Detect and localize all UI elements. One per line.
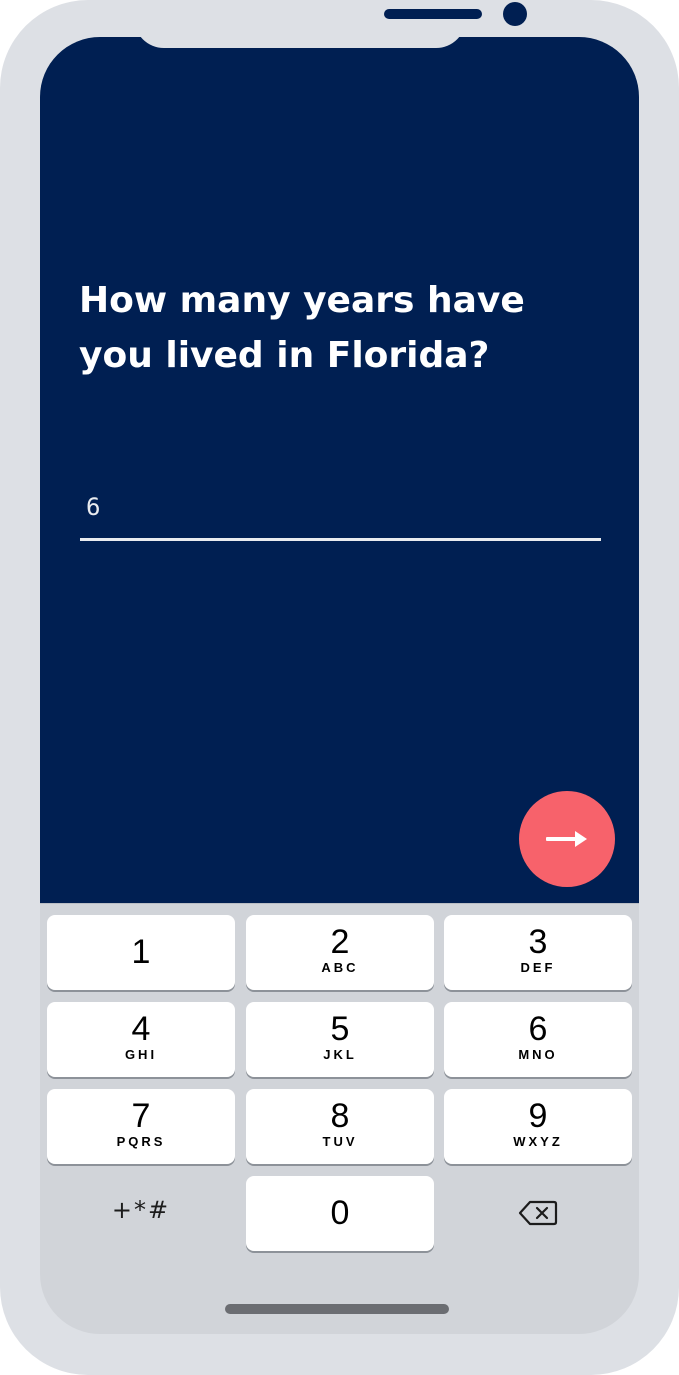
key-letters: JKL	[323, 1047, 357, 1062]
home-indicator	[225, 1304, 449, 1314]
key-8[interactable]: 8 TUV	[246, 1089, 434, 1164]
key-digit: 7	[131, 1097, 151, 1135]
phone-screen: How many years have you lived in Florida…	[40, 37, 639, 1334]
key-digit: 0	[330, 1194, 350, 1232]
survey-screen: How many years have you lived in Florida…	[40, 37, 639, 903]
key-2[interactable]: 2 ABC	[246, 915, 434, 990]
key-digit: 2	[330, 923, 350, 961]
key-5[interactable]: 5 JKL	[246, 1002, 434, 1077]
key-letters: ABC	[321, 960, 359, 975]
key-digit: 8	[330, 1097, 350, 1135]
symbols-label: +*#	[111, 1196, 171, 1224]
key-letters: PQRS	[116, 1134, 166, 1149]
key-letters: MNO	[518, 1047, 558, 1062]
key-digit: 9	[528, 1097, 548, 1135]
answer-value: 6	[86, 493, 101, 521]
key-3[interactable]: 3 DEF	[444, 915, 632, 990]
key-0[interactable]: 0	[246, 1176, 434, 1251]
key-digit: 6	[528, 1010, 548, 1048]
key-6[interactable]: 6 MNO	[444, 1002, 632, 1077]
key-letters: WXYZ	[513, 1134, 563, 1149]
key-4[interactable]: 4 GHI	[47, 1002, 235, 1077]
symbols-key[interactable]: +*#	[47, 1176, 235, 1251]
backspace-icon	[518, 1200, 558, 1226]
key-9[interactable]: 9 WXYZ	[444, 1089, 632, 1164]
answer-input[interactable]: 6	[80, 487, 601, 541]
phone-frame: How many years have you lived in Florida…	[0, 0, 679, 1375]
key-1[interactable]: 1	[47, 915, 235, 990]
key-digit: 4	[131, 1010, 151, 1048]
key-digit: 5	[330, 1010, 350, 1048]
key-letters: TUV	[322, 1134, 358, 1149]
phone-notch	[134, 0, 527, 48]
key-letters: DEF	[520, 960, 556, 975]
delete-key[interactable]	[444, 1176, 632, 1251]
key-digit: 3	[528, 923, 548, 961]
numeric-keypad: 1 2 ABC 3 DEF 4 GHI 5 JKL 6 MNO 7 PQRS 8…	[40, 903, 639, 1264]
question-title: How many years have you lived in Florida…	[79, 280, 525, 376]
front-camera	[503, 2, 527, 26]
arrow-right-icon	[546, 831, 587, 847]
key-letters: GHI	[124, 1047, 158, 1062]
next-button[interactable]	[519, 791, 615, 887]
speaker-grille	[384, 9, 482, 19]
key-digit: 1	[131, 933, 151, 971]
key-7[interactable]: 7 PQRS	[47, 1089, 235, 1164]
